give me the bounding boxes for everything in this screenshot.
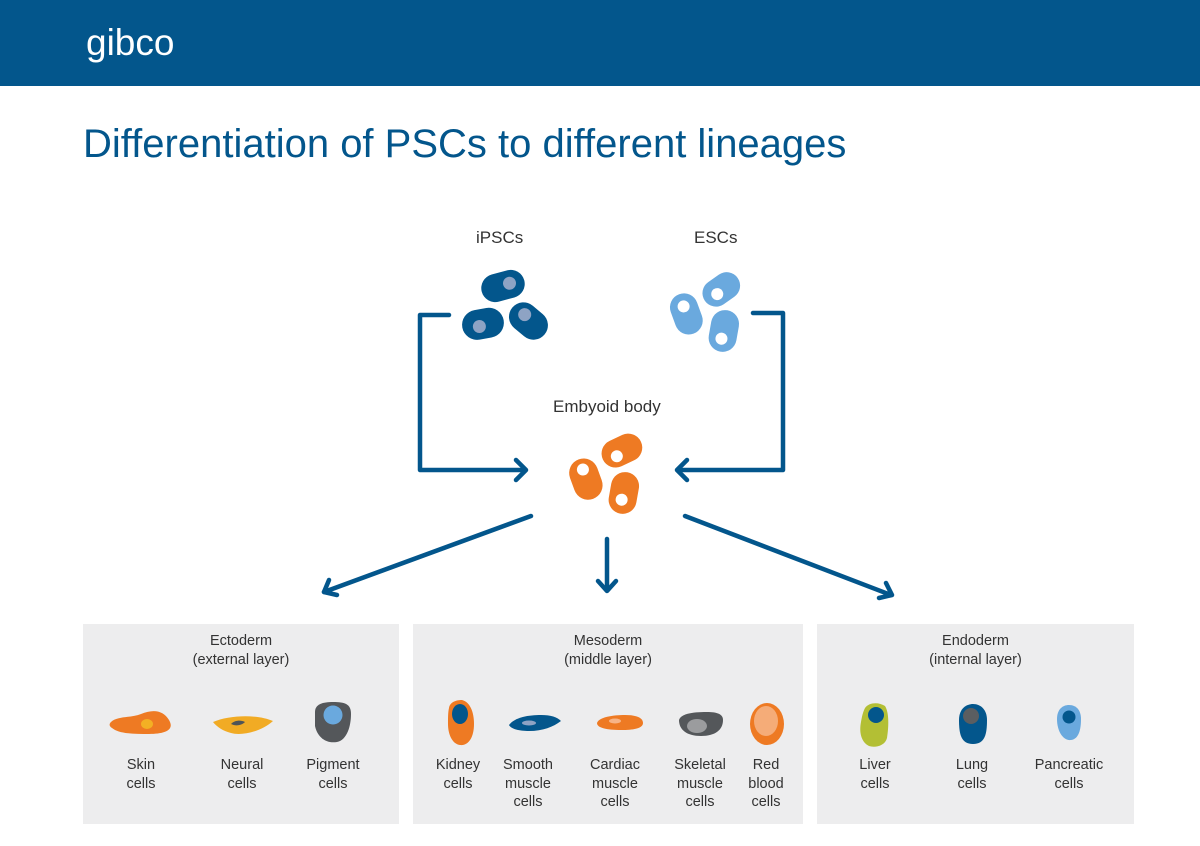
embryoid-cell-1	[601, 433, 643, 468]
cell-label-smooth-muscle: Smooth muscle cells	[503, 757, 553, 810]
ectoderm-title: Ectoderm	[209, 633, 273, 649]
ectoderm-panel: Ectoderm (external layer) Skin cells Neu…	[83, 624, 399, 824]
kidney-cell-icon	[448, 700, 474, 746]
cell-label-pigment: Pigment cells	[306, 757, 360, 792]
smooth-muscle-cell-icon	[509, 715, 561, 731]
esc-cell-1	[702, 272, 741, 307]
embryoid-cell-3	[608, 472, 640, 514]
embryoid-to-endoderm-arrow	[682, 513, 894, 598]
ipsc-cell-cluster	[462, 269, 548, 340]
ipsc-cell-2	[462, 307, 504, 340]
skeletal-muscle-cell-icon	[679, 712, 723, 736]
pigment-cell-icon	[315, 702, 351, 743]
pancreatic-cell-icon	[1057, 705, 1081, 741]
embryoid-cell-2	[569, 458, 603, 500]
endoderm-panel: Endoderm (internal layer) Liver cells Lu…	[817, 624, 1134, 824]
neural-cell-icon	[213, 716, 273, 734]
endoderm-subtitle: (internal layer)	[929, 652, 1022, 668]
cell-label-pancreatic: Pancreatic cells	[1034, 757, 1104, 792]
embryoid-to-ectoderm-arrow	[321, 513, 534, 595]
lung-cell-icon	[959, 704, 987, 744]
skin-cell-icon	[109, 711, 171, 734]
red-blood-cell-icon	[750, 703, 784, 745]
cell-label-neural: Neural cells	[220, 757, 264, 792]
cell-label-skin: Skin cells	[126, 757, 156, 792]
esc-cell-2	[669, 293, 703, 335]
esc-cell-3	[708, 310, 740, 352]
mesoderm-title: Mesoderm	[573, 633, 643, 649]
cell-label-red-blood: Red blood cells	[748, 757, 784, 810]
cell-label-lung: Lung cells	[955, 757, 989, 792]
endoderm-title: Endoderm	[942, 633, 1009, 649]
esc-cell-cluster	[669, 272, 741, 352]
cell-label-cardiac-muscle: Cardiac muscle cells	[590, 757, 640, 810]
mesoderm-panel: Mesoderm (middle layer) Kidney cells Smo…	[413, 624, 803, 824]
cell-label-liver: Liver cells	[859, 757, 891, 792]
mesoderm-subtitle: (middle layer)	[564, 652, 652, 668]
embryoid-body-cell-cluster	[569, 433, 643, 514]
ectoderm-subtitle: (external layer)	[192, 652, 290, 668]
ipsc-cell-1	[481, 269, 525, 303]
cardiac-muscle-cell-icon	[597, 715, 643, 730]
ipsc-cell-3	[508, 302, 548, 340]
liver-cell-icon	[860, 703, 889, 747]
